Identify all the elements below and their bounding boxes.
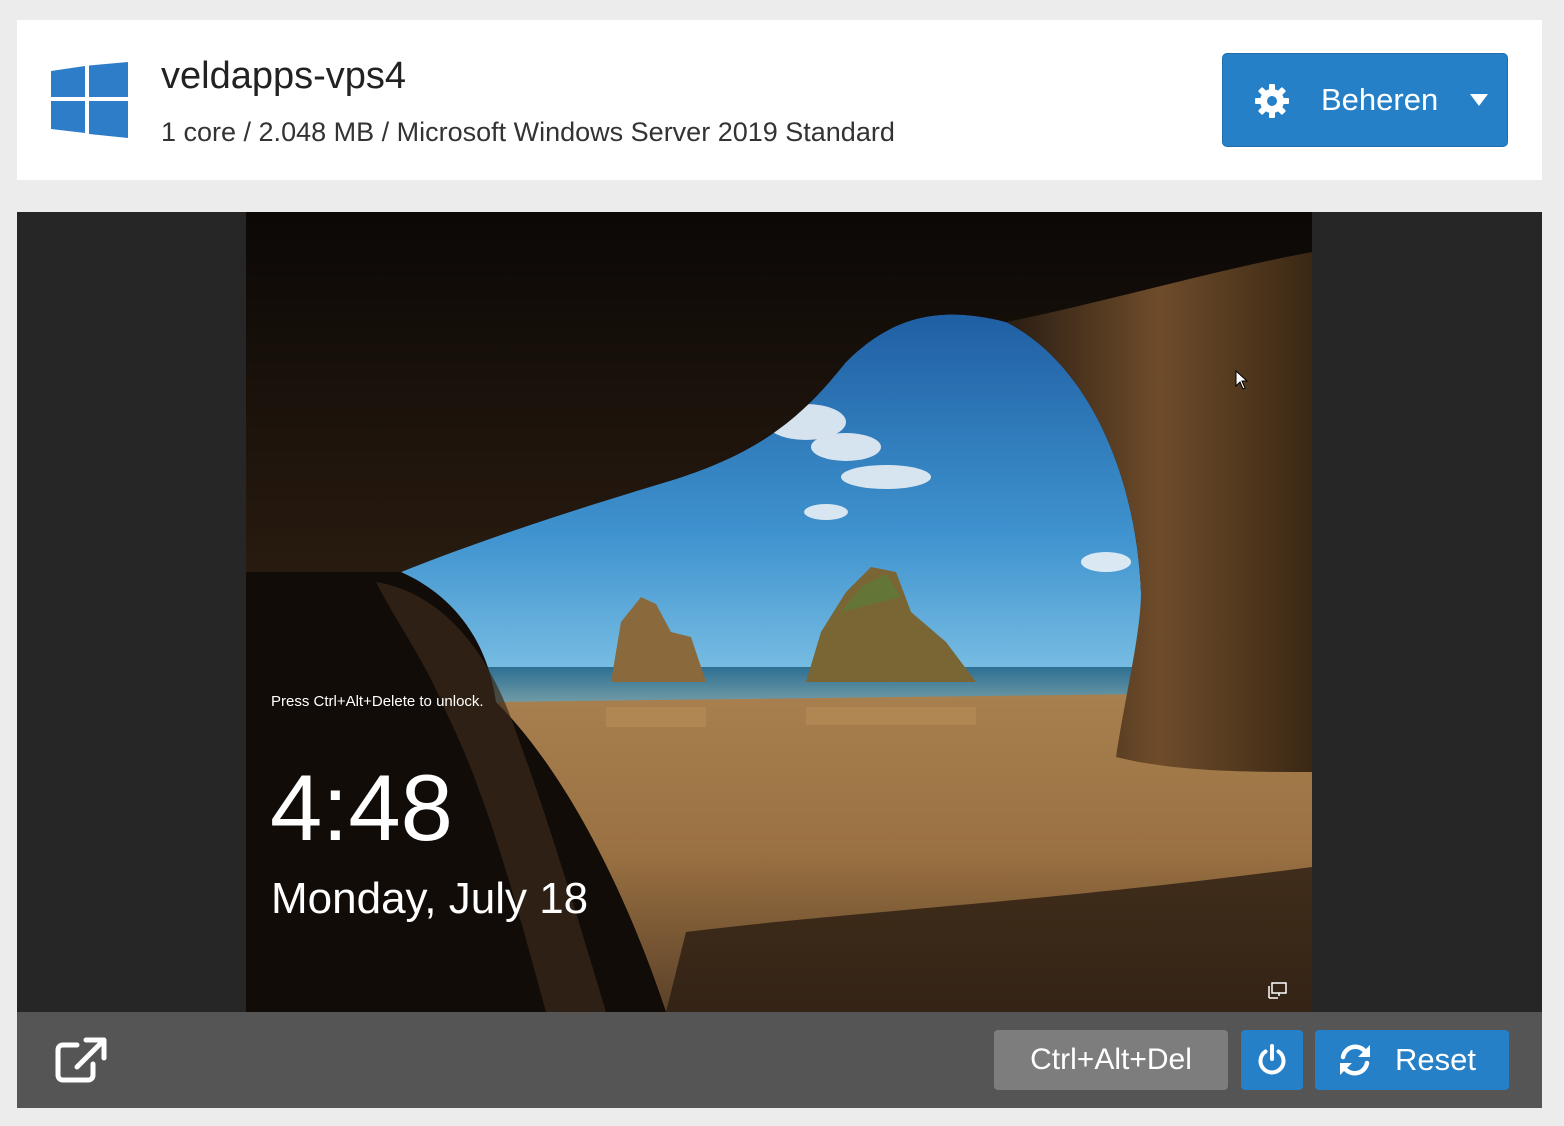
console-frame: Press Ctrl+Alt+Delete to unlock. 4:48 Mo… — [17, 212, 1542, 1012]
mouse-cursor-icon — [1235, 370, 1249, 390]
gear-icon — [1255, 84, 1289, 118]
reset-button[interactable]: Reset — [1315, 1030, 1509, 1090]
refresh-icon — [1340, 1044, 1370, 1076]
lock-screen-date: Monday, July 18 — [271, 874, 589, 923]
reset-button-label: Reset — [1395, 1042, 1476, 1077]
server-name: veldapps-vps4 — [161, 55, 407, 97]
power-icon — [1258, 1044, 1286, 1075]
manage-dropdown-button[interactable]: Beheren — [1222, 53, 1508, 147]
manage-button-label: Beheren — [1321, 82, 1439, 117]
network-status-icon[interactable] — [1268, 982, 1288, 1000]
console-toolbar: Ctrl+Alt+Del Reset — [17, 1012, 1542, 1108]
chevron-down-icon — [1470, 94, 1488, 106]
windows-logo-icon — [51, 62, 128, 138]
ctrl-alt-del-button[interactable]: Ctrl+Alt+Del — [994, 1030, 1228, 1090]
external-link-icon[interactable] — [55, 1037, 107, 1083]
server-specs: 1 core / 2.048 MB / Microsoft Windows Se… — [161, 117, 895, 147]
remote-console-screen[interactable]: Press Ctrl+Alt+Delete to unlock. 4:48 Mo… — [246, 212, 1312, 1012]
lock-screen-time: 4:48 — [270, 755, 453, 860]
power-button[interactable] — [1241, 1030, 1303, 1090]
unlock-hint: Press Ctrl+Alt+Delete to unlock. — [271, 693, 484, 710]
server-header-card: veldapps-vps4 1 core / 2.048 MB / Micros… — [17, 20, 1542, 180]
